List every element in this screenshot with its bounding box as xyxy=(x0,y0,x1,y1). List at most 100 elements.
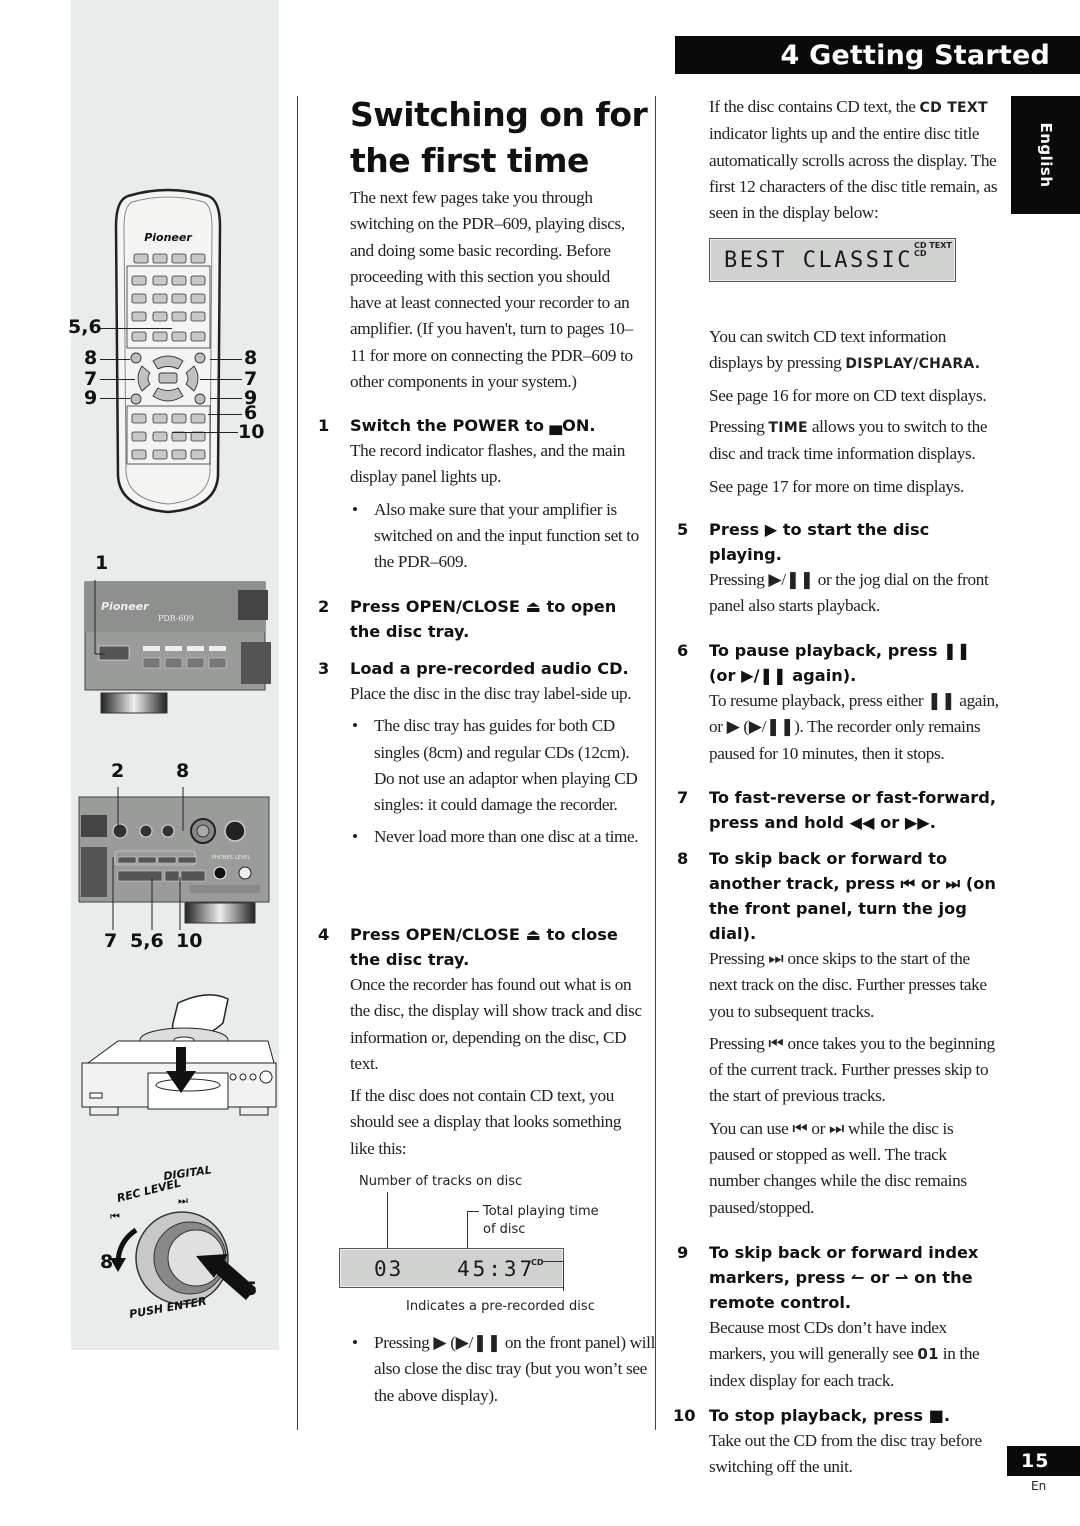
jog-dial-illustration: DIGITAL REC LEVEL ⏭ ⏮ PUSH ENTER xyxy=(110,1163,256,1321)
step-body-2: If the disc does not contain CD text, yo… xyxy=(350,1086,622,1158)
callout-remote-9-left: 9 xyxy=(84,387,98,409)
time-paragraph: Pressing TIME allows you to switch to th… xyxy=(709,414,999,468)
step-number: 9 xyxy=(677,1243,689,1262)
lcd-cd-indicator: CD xyxy=(914,249,927,258)
jog-label-rec-level: REC LEVEL xyxy=(116,1176,183,1204)
step-heading: Press OPEN/CLOSE ⏏ to close the disc tra… xyxy=(350,925,618,969)
step-2: 2 Press OPEN/CLOSE ⏏ to open the disc tr… xyxy=(318,594,642,644)
step-1: 1 Switch the POWER to ▄ON. The record in… xyxy=(318,413,642,576)
see-page-16: See page 16 for more on CD text displays… xyxy=(709,386,987,405)
page-title: Switching on for the first time xyxy=(350,92,650,184)
step-body: You can use ⏮ or ⏭ while the disc is pau… xyxy=(709,1118,967,1217)
step-7: 7 To fast-reverse or fast-forward, press… xyxy=(677,785,999,835)
callout-front-2: 2 xyxy=(111,760,125,782)
step-number: 4 xyxy=(318,925,330,944)
step-number: 2 xyxy=(318,597,330,616)
display-chara-key: DISPLAY/CHARA. xyxy=(845,356,981,373)
step-heading: To skip back or forward to another track… xyxy=(709,849,996,943)
label-pre-recorded-disc: Indicates a pre-recorded disc xyxy=(406,1299,595,1314)
step-body: Because most CDs don’t have index marker… xyxy=(709,1315,999,1394)
leader-line xyxy=(172,432,238,433)
step-body: Place the disc in the disc tray label-si… xyxy=(350,684,632,703)
callout-front-1: 1 xyxy=(95,552,109,574)
step-body: Once the recorder has found out what is … xyxy=(350,975,642,1073)
front-panel-model: PDR-609 xyxy=(158,614,194,623)
step-bullet: The disc tray has guides for both CD sin… xyxy=(350,713,642,818)
index-value: 01 xyxy=(917,1345,939,1364)
step-body: To resume playback, press either ❚❚ agai… xyxy=(709,691,999,763)
step-body: The record indicator flashes, and the ma… xyxy=(350,441,625,487)
callout-remote-8-left: 8 xyxy=(84,347,98,369)
label-line: Total playing time xyxy=(483,1204,599,1219)
lcd-display-cd-text: BEST CLASSIC CD TEXT CD xyxy=(709,238,956,282)
section-banner: 4 Getting Started xyxy=(675,36,1080,74)
page-language-code: En xyxy=(1031,1479,1047,1493)
level-label: LEVEL xyxy=(235,855,251,861)
step-heading: To stop playback, press ■. xyxy=(709,1406,951,1425)
intro-paragraph: The next few pages take you through swit… xyxy=(350,188,633,392)
step-number: 1 xyxy=(318,416,330,435)
step-bullet: Also make sure that your amplifier is sw… xyxy=(350,497,642,576)
step-body: Pressing ⏮ once takes you to the beginni… xyxy=(709,1033,995,1106)
step-heading: Switch the POWER to ▄ON. xyxy=(350,416,596,435)
step-number: 6 xyxy=(677,641,689,660)
step-heading: To fast-reverse or fast-forward, press a… xyxy=(709,788,996,832)
callout-jog-8: 8 xyxy=(100,1251,114,1273)
leader-line xyxy=(543,1261,563,1262)
cd-text-key: CD TEXT xyxy=(919,100,988,116)
leader-line xyxy=(208,414,242,415)
leader-line xyxy=(387,1192,388,1254)
phones-label: PHONES xyxy=(212,855,233,861)
step-10: 10 To stop playback, press ■. Take out t… xyxy=(673,1403,999,1481)
step-5: 5 Press ▶ to start the disc playing. Pre… xyxy=(677,517,999,620)
callout-remote-10: 10 xyxy=(238,421,265,443)
remote-brand: Pioneer xyxy=(144,231,192,244)
language-tab: English xyxy=(1011,96,1080,214)
lcd-title-value: BEST CLASSIC xyxy=(724,248,913,273)
language-tab-text: English xyxy=(1036,122,1055,188)
step-number: 7 xyxy=(677,788,689,807)
page-title-line1: Switching on for xyxy=(350,95,648,134)
see-page-17: See page 17 for more on time displays. xyxy=(709,477,964,496)
leader-line xyxy=(563,1261,564,1291)
text: Pressing xyxy=(709,417,769,436)
leader-line xyxy=(100,379,135,380)
step-heading: To pause playback, press ❚❚ (or ▶/❚❚ aga… xyxy=(709,641,971,685)
leader-line xyxy=(200,379,242,380)
text: Because most CDs don’t have index marker… xyxy=(709,1318,947,1364)
leader-line xyxy=(210,398,242,399)
svg-text:⏭: ⏭ xyxy=(178,1194,188,1207)
front-panel-brand: Pioneer xyxy=(101,600,149,613)
leader-line xyxy=(100,398,130,399)
step-number: 5 xyxy=(677,520,689,539)
callout-remote-8-right: 8 xyxy=(244,347,258,369)
label-line: of disc xyxy=(483,1222,526,1237)
front-panel-top-illustration: Pioneer PDR-609 xyxy=(84,580,271,714)
step-number: 3 xyxy=(318,659,330,678)
label-number-of-tracks: Number of tracks on disc xyxy=(359,1174,523,1189)
step-number: 10 xyxy=(673,1406,696,1425)
column-divider-right xyxy=(655,96,656,1430)
remote-control-illustration: Pioneer xyxy=(114,188,222,514)
step-body: Pressing ▶/❚❚ or the jog dial on the fro… xyxy=(709,570,989,616)
text: If the disc contains CD text, the xyxy=(709,97,920,116)
callout-front-5-6: 5,6 xyxy=(130,930,164,952)
step-4: 4 Press OPEN/CLOSE ⏏ to close the disc t… xyxy=(318,922,642,1162)
page-number-text: 15 xyxy=(1021,1450,1050,1472)
svg-text:⏮: ⏮ xyxy=(110,1210,120,1223)
column-divider-left xyxy=(297,96,298,1430)
lcd-cd-indicator: CD xyxy=(531,1258,544,1267)
lcd-tracks-value: 03 xyxy=(374,1257,404,1281)
leader-line xyxy=(467,1211,479,1212)
switch-display-paragraph: You can switch CD text information displ… xyxy=(709,324,999,378)
leader-line xyxy=(100,359,130,360)
page-number: 15 xyxy=(1007,1446,1080,1476)
step-heading: To skip back or forward index markers, p… xyxy=(709,1243,979,1312)
cd-text-paragraph: If the disc contains CD text, the CD TEX… xyxy=(709,94,999,226)
step-heading: Load a pre-recorded audio CD. xyxy=(350,659,629,678)
step-heading: Press OPEN/CLOSE ⏏ to open the disc tray… xyxy=(350,597,617,641)
front-panel-bottom-illustration: PHONES LEVEL xyxy=(78,787,270,930)
page-title-line2: the first time xyxy=(350,141,589,180)
step-3: 3 Load a pre-recorded audio CD. Place th… xyxy=(318,656,642,851)
callout-jog-5: 5 xyxy=(244,1278,258,1300)
